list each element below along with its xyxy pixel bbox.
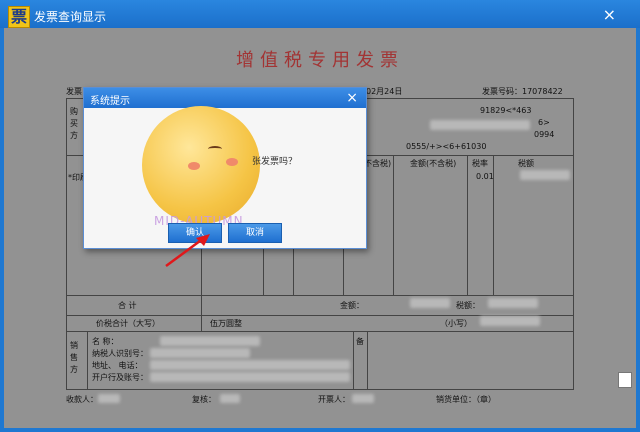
col-header-amount: 金额(不含税) [410,159,457,168]
remark-label: 备 [356,337,364,346]
invoice-date: 02月24日 [366,87,403,96]
col-header-rate: 税率 [472,159,488,168]
redacted-small [480,316,540,326]
seller-bank-label: 开户行及账号： [92,373,148,382]
redacted-seller-taxid [150,348,250,358]
seller-name-label: 名 称： [92,337,119,346]
col-divider [87,331,88,389]
col-divider [367,331,368,389]
moon-sticker-image [142,106,260,224]
system-prompt-dialog: 系统提示 × 张发票吗？ MID-AUTUMN 确认 取消 [83,87,367,249]
dialog-title: 系统提示 [90,96,130,107]
dialog-title-bar: 系统提示 × [84,88,366,108]
dialog-message: 张发票吗？ [252,157,298,167]
seller-taxid-label: 纳税人识别号： [92,349,148,358]
cipher-line-1: 91829<*463 [480,106,532,115]
redacted-seller-name [160,336,260,346]
redacted-reviewer [220,394,240,403]
redacted-seller-address [150,360,350,370]
redacted-seller-bank [150,372,350,382]
col-divider [467,155,468,295]
total-label: 合 计 [118,301,137,310]
invoice-code-label: 发票 [66,87,82,96]
cipher-line-2: 6> [538,118,550,127]
redacted-total-tax [488,298,538,308]
seller-address-label: 地址、 电话： [92,361,143,370]
title-bar: 票 发票查询显示 × [0,0,640,28]
moon-cheek [226,158,238,166]
issuer-label: 开票人： [318,395,350,404]
cancel-button[interactable]: 取消 [228,223,282,243]
moon-eye [208,146,222,152]
redacted-amount [410,298,450,308]
col-header-untaxed: 不含税) [364,159,392,168]
moon-cheek [188,162,200,170]
reviewer-label: 复核： [192,395,216,404]
seller-side-label: 销售方 [70,341,78,374]
total-in-words-label: 价税合计（大写） [96,319,160,328]
window-title: 发票查询显示 [34,10,107,24]
redacted-cipher [430,120,530,130]
total-tax-label: 税额： [456,301,480,310]
row-divider [67,295,573,296]
tax-rate-value: 0.01 [476,172,494,181]
cipher-line-3: 0994 [534,130,555,139]
window-close-button[interactable]: × [603,5,616,24]
app-window: 票 发票查询显示 × 增值税专用发票 发票 02月24日 发票号码：170784… [0,0,640,432]
cipher-line-4: 0555/+><6+61030 [406,142,487,151]
redacted-tax [520,170,570,180]
dialog-close-button[interactable]: × [346,90,358,106]
total-in-words-value: 伍万圆整 [210,319,242,328]
side-widget-icon[interactable] [618,372,632,388]
buyer-side-label: 购买方 [70,107,78,140]
invoice-app-icon: 票 [8,6,30,28]
small-amount-label: （小写） [440,319,472,328]
total-amount-label: 金额： [340,301,364,310]
row-divider [67,331,573,332]
redacted-issuer [352,394,374,403]
invoice-title: 增值税专用发票 [236,50,404,71]
seller-unit-label: 销货单位：（章） [436,395,496,404]
payee-label: 收款人： [66,395,98,404]
col-divider [353,331,354,389]
red-arrow-annotation [165,234,210,268]
col-divider [393,155,394,295]
invoice-number: 发票号码：17078422 [482,87,563,96]
col-header-tax: 税额 [518,159,534,168]
redacted-payee [98,394,120,403]
